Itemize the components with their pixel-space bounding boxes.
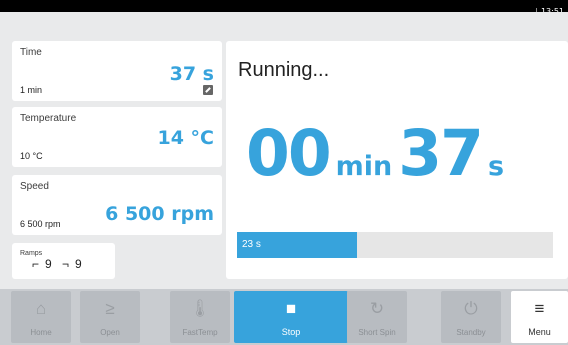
temperature-value: 14 °C (157, 127, 215, 149)
stop-icon: ■ (285, 299, 297, 318)
ramp-down-icon: ¬ (62, 257, 70, 271)
ramps-label: Ramps (20, 250, 43, 257)
shortspin-button-label: Short Spin (358, 328, 396, 337)
home-icon: ⌂ (35, 299, 47, 318)
countdown-seconds-unit: s (487, 151, 505, 182)
short-spin-icon: ↻ (369, 299, 385, 318)
time-value: 37 s (169, 63, 214, 85)
temperature-card[interactable]: Temperature 14 °C 10 °C (12, 107, 222, 167)
countdown-minutes: 00 (246, 117, 332, 190)
fasttemp-button-label: FastTemp (182, 328, 218, 337)
speed-value: 6 500 rpm (105, 203, 214, 225)
ramp-decel-value: 9 (75, 257, 82, 271)
stop-button-label: Stop (281, 327, 301, 337)
fasttemp-button[interactable]: 🌡 FastTemp (170, 291, 230, 343)
ramps-card[interactable]: Ramps ⌐ 9 ¬ 9 (12, 243, 115, 279)
ramp-accel-value: 9 (45, 257, 52, 271)
lid-open-icon: ≥ (105, 299, 115, 318)
power-icon: ⏻ (464, 299, 478, 318)
speed-setpoint: 6 500 rpm (20, 219, 61, 229)
bottom-toolbar: ⌂ Home ≥ Open 🌡 FastTemp ■ Stop ↻ Short Spin ⏻ Stan… (0, 289, 568, 345)
time-setpoint: 1 min (20, 85, 43, 95)
standby-button-label: Standby (456, 328, 486, 337)
home-button-label: Home (30, 328, 52, 337)
centrifuge-panel: Time 37 s 1 min Temperature 14 °C 10 °C … (0, 12, 568, 345)
edit-icon[interactable] (203, 85, 213, 95)
countdown-display: 00 min37 s (246, 117, 510, 190)
menu-button[interactable]: ≡ Menu (511, 291, 568, 343)
shortspin-button[interactable]: ↻ Short Spin (347, 291, 407, 343)
stop-button[interactable]: ■ Stop (234, 291, 348, 343)
open-button[interactable]: ≥ Open (80, 291, 140, 343)
menu-icon: ≡ (534, 299, 545, 318)
open-button-label: Open (100, 328, 120, 337)
countdown-seconds: 37 (398, 117, 484, 190)
run-progress-label: 23 s (242, 239, 261, 250)
run-status-text: Running... (238, 59, 330, 81)
thermometer-icon: 🌡 (189, 299, 211, 318)
temperature-setpoint: 10 °C (20, 151, 43, 161)
speed-card[interactable]: Speed 6 500 rpm 6 500 rpm (12, 175, 222, 235)
run-progress-bar: 23 s (237, 232, 553, 258)
time-label: Time (20, 47, 42, 58)
time-card[interactable]: Time 37 s 1 min (12, 41, 222, 101)
menu-button-label: Menu (528, 327, 551, 337)
home-button[interactable]: ⌂ Home (11, 291, 71, 343)
screen: 13:51 Time 37 s 1 min Temperature 14 °C … (0, 0, 568, 345)
countdown-minutes-unit: min (335, 151, 393, 182)
speed-label: Speed (20, 181, 49, 192)
temperature-label: Temperature (20, 113, 77, 124)
ramp-up-icon: ⌐ (32, 257, 40, 271)
run-status-card: Running... 00 min37 s 23 s (226, 41, 568, 279)
standby-button[interactable]: ⏻ Standby (441, 291, 501, 343)
